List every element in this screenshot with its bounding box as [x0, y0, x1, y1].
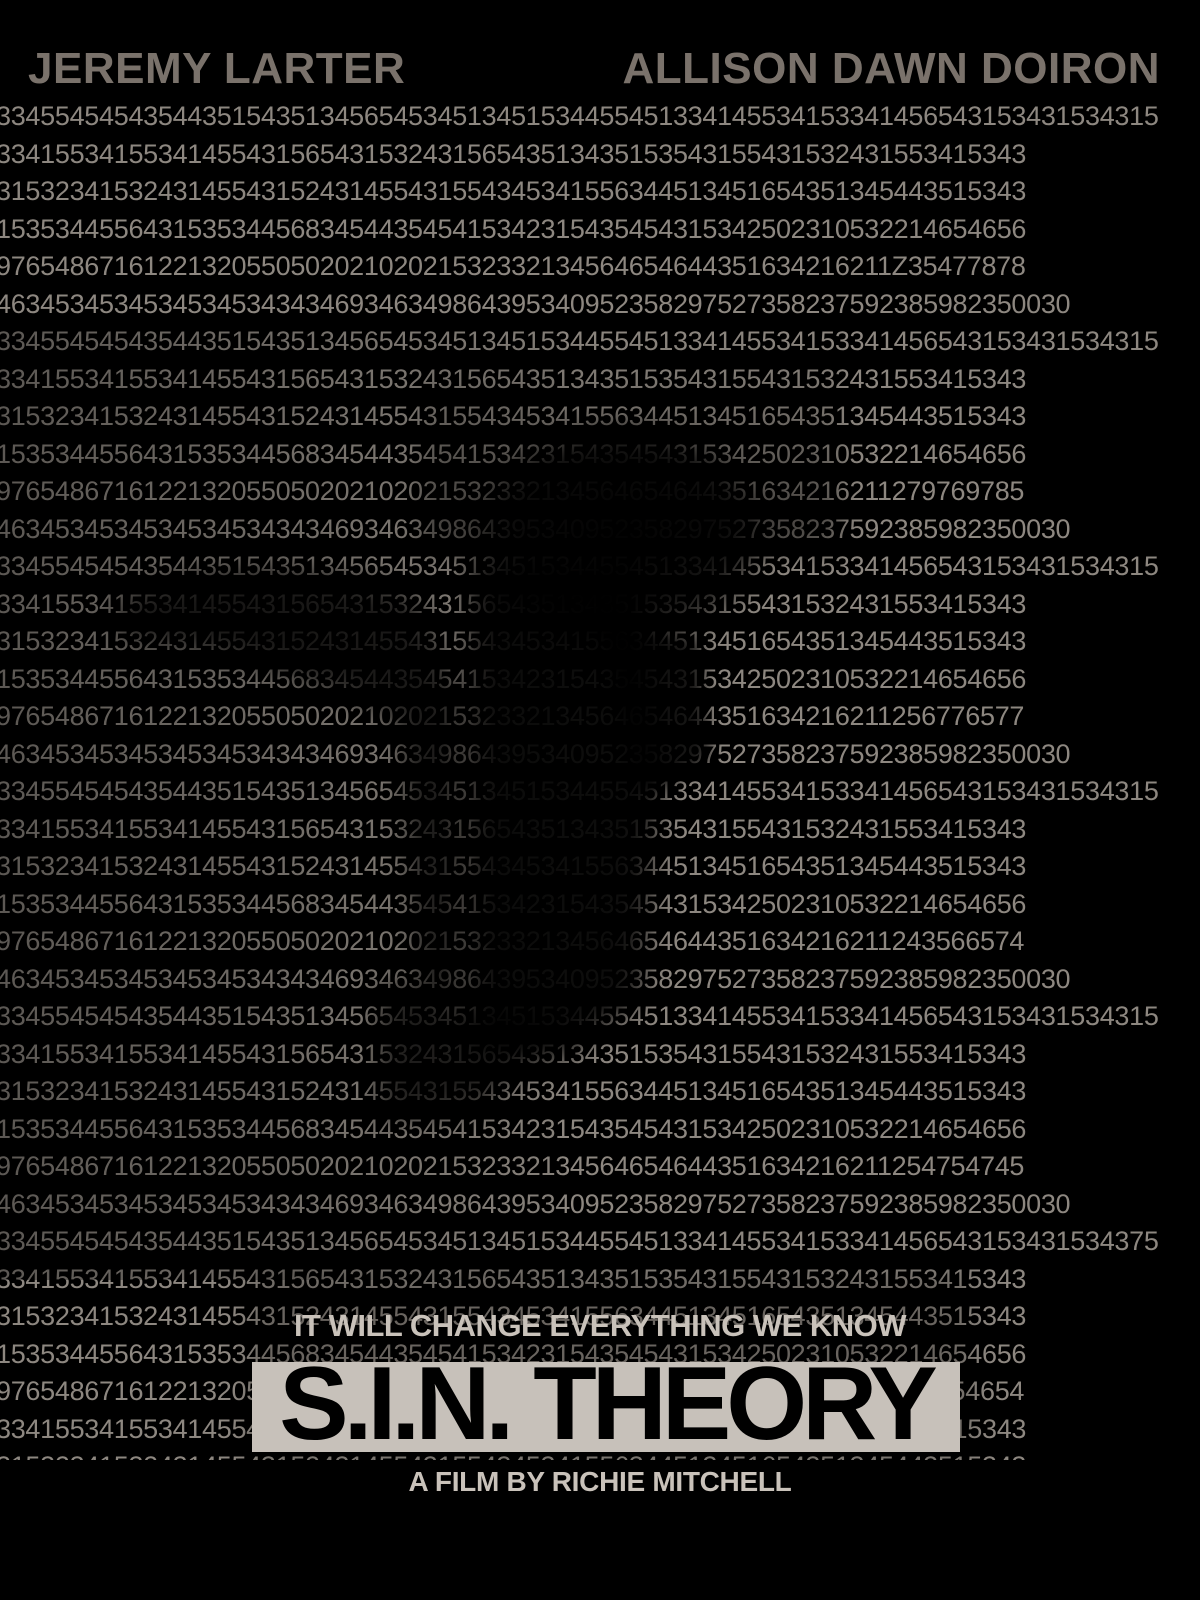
- number-row: 1535344556431535344568345443545415342315…: [0, 213, 1027, 244]
- director-credit: A FILM BY RICHIE MITCHELL: [408, 1466, 792, 1497]
- movie-poster: JEREMY LARTER ALLISON DAWN DOIRON 334554…: [0, 0, 1200, 1600]
- number-grid-background: 3345545454354435154351345654534513451534…: [0, 98, 1200, 1486]
- tagline-text: IT WILL CHANGE EVERYTHING WE KNOW: [293, 1308, 907, 1343]
- number-row: 3345545454354435154351345654534513451534…: [0, 551, 1159, 581]
- number-row: 3341553415534145543156543153243156543513…: [0, 1038, 1027, 1069]
- number-row: 3153234153243145543152431455431554345341…: [0, 401, 1027, 431]
- cast-name-left: JEREMY LARTER: [28, 44, 406, 93]
- number-row: 9765486716122132055050202102021532332134…: [0, 701, 1025, 731]
- number-row: 9765486716122132055050202102021532332134…: [0, 476, 1025, 506]
- cast-name-right: ALLISON DAWN DOIRON: [622, 44, 1160, 93]
- number-row: 3345545454354435154351345654534513451534…: [0, 326, 1159, 356]
- number-row: 3341553415534145543156543153243156543513…: [0, 813, 1027, 844]
- number-row: 4634534534534534534343469346349864395340…: [0, 513, 1071, 544]
- number-row: 9765486716122132055050202102021532332134…: [0, 1151, 1025, 1181]
- number-row: 1535344556431535344568345443545415342315…: [0, 1113, 1027, 1144]
- number-row: 3153234153243145543152431455431554345341…: [0, 851, 1027, 881]
- number-row: 3341553415534145543156543153243156543513…: [0, 363, 1027, 394]
- number-row: 3153234153243145543152431455431554345341…: [0, 626, 1027, 656]
- number-row: 3341553415534145543156543153243156543513…: [0, 1263, 1027, 1294]
- movie-title: S.I.N. THEORY: [279, 1346, 937, 1462]
- number-row: 3345545454354435154351345654534513451534…: [0, 776, 1159, 806]
- number-row: 1535344556431535344568345443545415342315…: [0, 438, 1027, 469]
- number-row: 1535344556431535344568345443545415342315…: [0, 663, 1027, 694]
- number-row: 9765486716122132055050202102021532332134…: [0, 926, 1025, 956]
- number-row: 3153234153243145543152431455431554345341…: [0, 176, 1027, 206]
- number-row: 3153234153243145543152431455431554345341…: [0, 1076, 1027, 1106]
- number-row: 4634534534534534534343469346349864395340…: [0, 738, 1071, 769]
- number-row: 3345545454354435154351345654534513451534…: [0, 1001, 1159, 1031]
- number-row: 4634534534534534534343469346349864395340…: [0, 288, 1071, 319]
- number-row: 3341553415534145543156543153243156543513…: [0, 588, 1027, 619]
- tagline: IT WILL CHANGE EVERYTHING WE KNOW: [0, 1308, 1200, 1344]
- number-row: 4634534534534534534343469346349864395340…: [0, 963, 1071, 994]
- number-row: 1535344556431535344568345443545415342315…: [0, 888, 1027, 919]
- number-row: 3345545454354435154351345654534513451534…: [0, 1226, 1159, 1256]
- number-row: 3341553415534145543156543153243156543513…: [0, 138, 1027, 169]
- number-row: 4634534534534534534343469346349864395340…: [0, 1188, 1071, 1219]
- number-row: 3345545454354435154351345654534513451534…: [0, 101, 1159, 131]
- number-row: 9765486716122132055050202102021532332134…: [0, 251, 1026, 281]
